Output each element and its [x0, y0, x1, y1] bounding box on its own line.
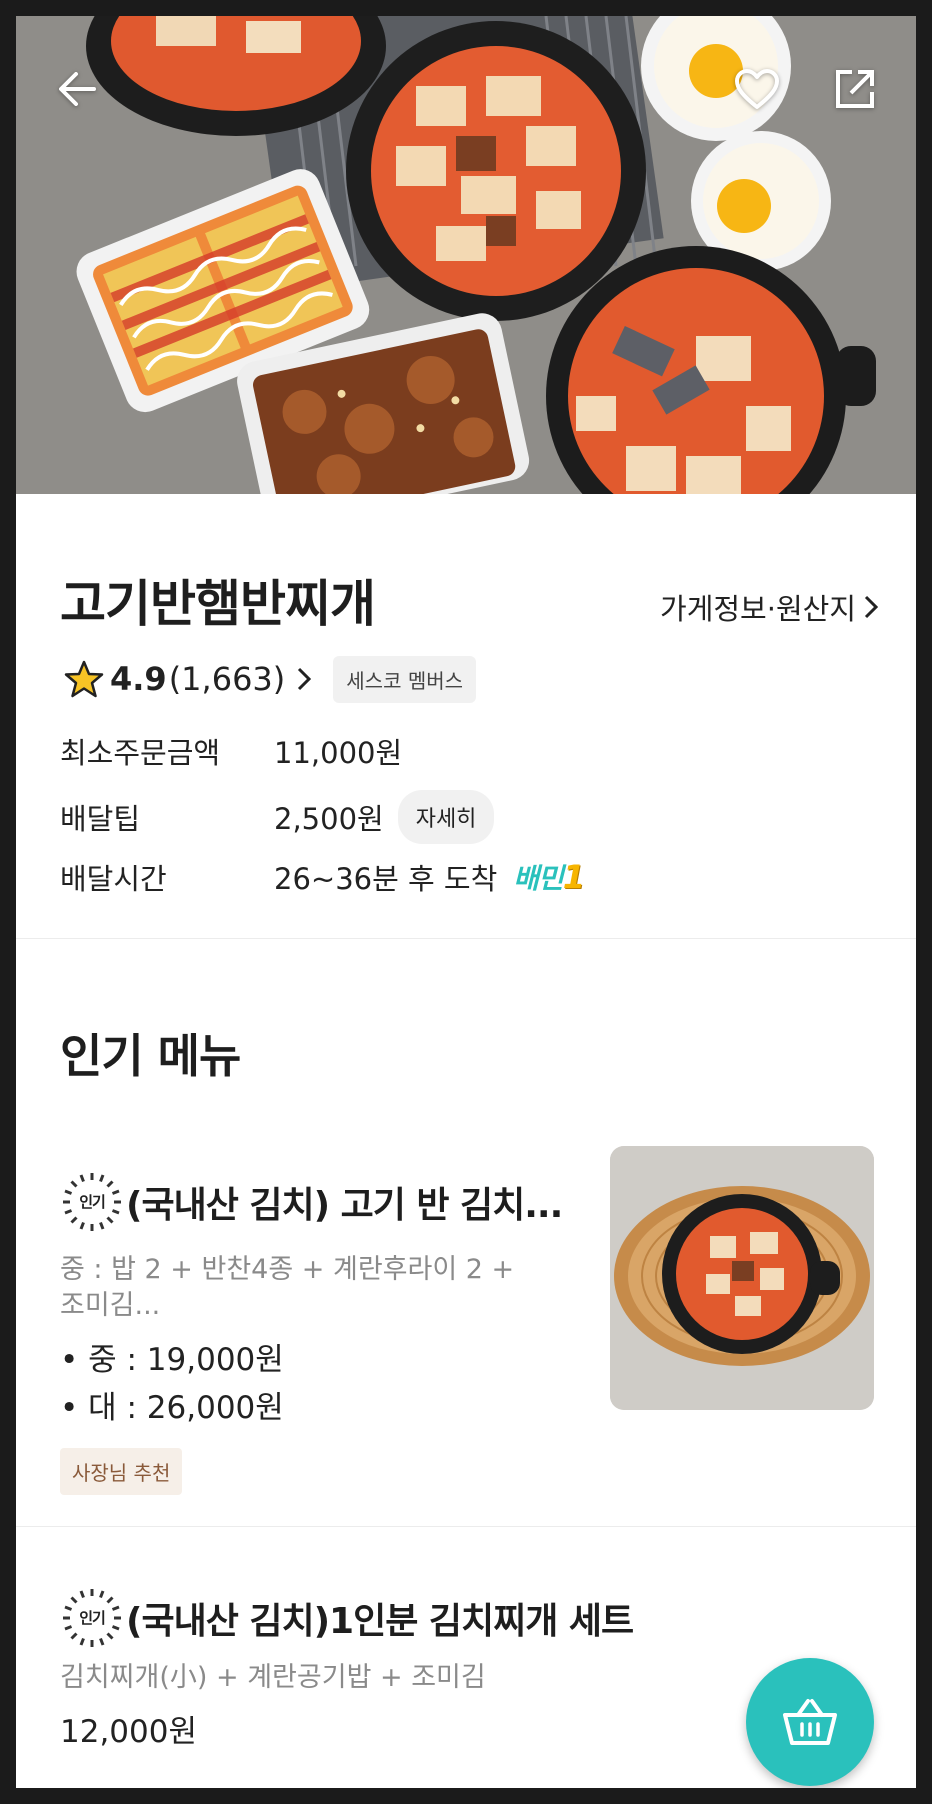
menu-divider: [16, 1526, 916, 1527]
menu-item-image[interactable]: [610, 1146, 874, 1410]
share-icon: [836, 70, 874, 108]
menu-item-prices: • 중 : 19,000원 • 대 : 26,000원: [60, 1336, 284, 1432]
delivery-tip-value: 2,500원: [274, 802, 384, 836]
cart-button[interactable]: [746, 1658, 874, 1786]
delivery-tip-detail-button[interactable]: 자세히: [397, 790, 495, 844]
popular-menu-title: 인기 메뉴: [60, 1029, 241, 1083]
favorite-button[interactable]: [722, 54, 792, 124]
menu-item-description: 김치찌개(小) + 계란공기밥 + 조미김: [60, 1662, 486, 1693]
menu-item-title: (국내산 김치) 고기 반 김치...: [126, 1185, 563, 1226]
cart-icon: [783, 1699, 837, 1745]
popular-badge-icon: 인기: [63, 1589, 121, 1647]
menu-item-description-line: 조미김...: [60, 1290, 161, 1321]
popular-badge-text: 인기: [79, 1609, 105, 1627]
delivery-tip-row: 배달팁 2,500원 자세히: [60, 790, 495, 844]
store-name: 고기반햄반찌개: [60, 575, 376, 633]
popular-badge-icon: 인기: [63, 1173, 121, 1231]
menu-item-name[interactable]: 인기 (국내산 김치)1인분 김치찌개 세트: [60, 1586, 634, 1650]
back-arrow-icon: [59, 72, 96, 106]
popular-badge-text: 인기: [79, 1193, 105, 1211]
rating-row[interactable]: 4.9 (1,663) 세스코 멤버스: [64, 655, 477, 703]
min-order-label: 최소주문금액: [60, 736, 221, 770]
star-icon: [64, 660, 104, 698]
back-button[interactable]: [42, 54, 112, 124]
heart-icon: [735, 69, 779, 109]
delivery-tip-label: 배달팁: [60, 802, 141, 836]
min-order-row: 최소주문금액 11,000원: [60, 730, 402, 772]
menu-item-description-line: 중 : 밥 2 + 반찬4종 + 계란후라이 2 +: [60, 1254, 515, 1285]
baemin1-text: 배민: [513, 862, 564, 895]
menu-item-price: 12,000원: [60, 1714, 197, 1750]
member-badge: 세스코 멤버스: [333, 655, 477, 703]
store-info-link-label: 가게정보·원산지: [660, 592, 856, 626]
review-count: (1,663): [168, 660, 286, 698]
store-hero-image: [16, 16, 916, 494]
menu-item-price-large: • 대 : 26,000원: [60, 1390, 284, 1426]
menu-item-price-medium: • 중 : 19,000원: [60, 1342, 284, 1378]
delivery-time-label: 배달시간: [60, 862, 167, 896]
menu-item-title: (국내산 김치)1인분 김치찌개 세트: [126, 1601, 634, 1642]
rating-value: 4.9: [110, 660, 167, 698]
chevron-right-icon: [864, 595, 878, 619]
delivery-time-value: 26~36분 후 도착: [274, 862, 498, 896]
menu-item-name[interactable]: 인기 (국내산 김치) 고기 반 김치...: [60, 1170, 563, 1234]
share-button[interactable]: [820, 54, 890, 124]
chevron-right-icon: [298, 667, 312, 691]
store-screen: 고기반햄반찌개 가게정보·원산지 4.9 (1,663) 세스코 멤버스 최소주…: [16, 16, 916, 1788]
baemin1-logo: 배민1: [513, 857, 585, 897]
baemin1-number: 1: [562, 858, 585, 896]
delivery-time-row: 배달시간 26~36분 후 도착 배민1: [60, 856, 585, 898]
menu-item-description: 중 : 밥 2 + 반찬4종 + 계란후라이 2 + 조미김...: [60, 1252, 514, 1324]
section-divider: [16, 938, 916, 939]
min-order-value: 11,000원: [274, 736, 403, 770]
store-info-origin-link[interactable]: 가게정보·원산지: [660, 586, 878, 628]
owner-recommend-tag: 사장님 추천: [60, 1448, 183, 1495]
